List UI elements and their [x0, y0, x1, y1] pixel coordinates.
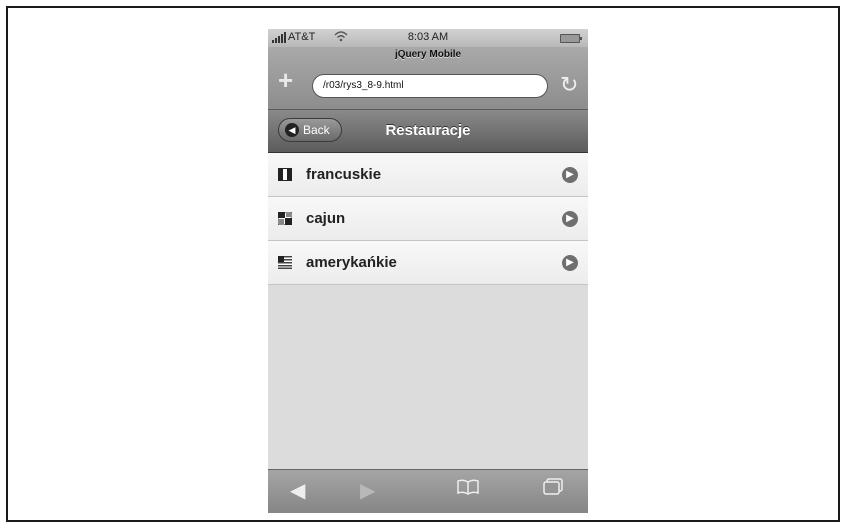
list-item-label: amerykańkie [306, 254, 397, 271]
chevron-right-icon: ▶ [562, 167, 578, 183]
bookmarks-icon[interactable] [456, 478, 480, 502]
browser-page-title: jQuery Mobile [394, 49, 462, 60]
page-title: Restauracje [385, 122, 471, 139]
chevron-right-icon: ▶ [562, 255, 578, 271]
list-item-amerykankie[interactable]: amerykańkie ▶ [268, 241, 588, 285]
chevron-right-icon: ▶ [562, 211, 578, 227]
list-item-cajun[interactable]: cajun ▶ [268, 197, 588, 241]
pages-icon[interactable] [542, 478, 564, 502]
browser-toolbar: ◀ ▶ [268, 469, 588, 513]
plus-icon[interactable]: + [278, 67, 293, 93]
browser-chrome: jQuery Mobile + /r03/rys3_8-9.html ↻ [268, 47, 588, 110]
flag-cajun-icon [278, 212, 292, 225]
restaurant-list: francuskie ▶ cajun ▶ amerykańkie ▶ [268, 153, 588, 285]
list-item-label: francuskie [306, 166, 382, 183]
flag-usa-icon [278, 256, 292, 269]
list-item-label: cajun [306, 210, 346, 227]
status-time: 8:03 AM [407, 31, 449, 43]
forward-arrow-icon[interactable]: ▶ [360, 478, 375, 503]
page-header: ◀ Back Restauracje [268, 110, 588, 153]
reload-icon[interactable]: ↻ [560, 72, 578, 98]
status-bar: AT&T 8:03 AM [268, 29, 588, 47]
back-arrow-icon[interactable]: ◀ [290, 478, 305, 503]
phone-screen: AT&T 8:03 AM jQuery Mobile + /r03/rys3_8… [268, 29, 588, 513]
flag-france-icon [278, 168, 292, 181]
url-field[interactable]: /r03/rys3_8-9.html [312, 74, 548, 98]
list-item-francuskie[interactable]: francuskie ▶ [268, 153, 588, 197]
battery-icon [560, 34, 582, 43]
